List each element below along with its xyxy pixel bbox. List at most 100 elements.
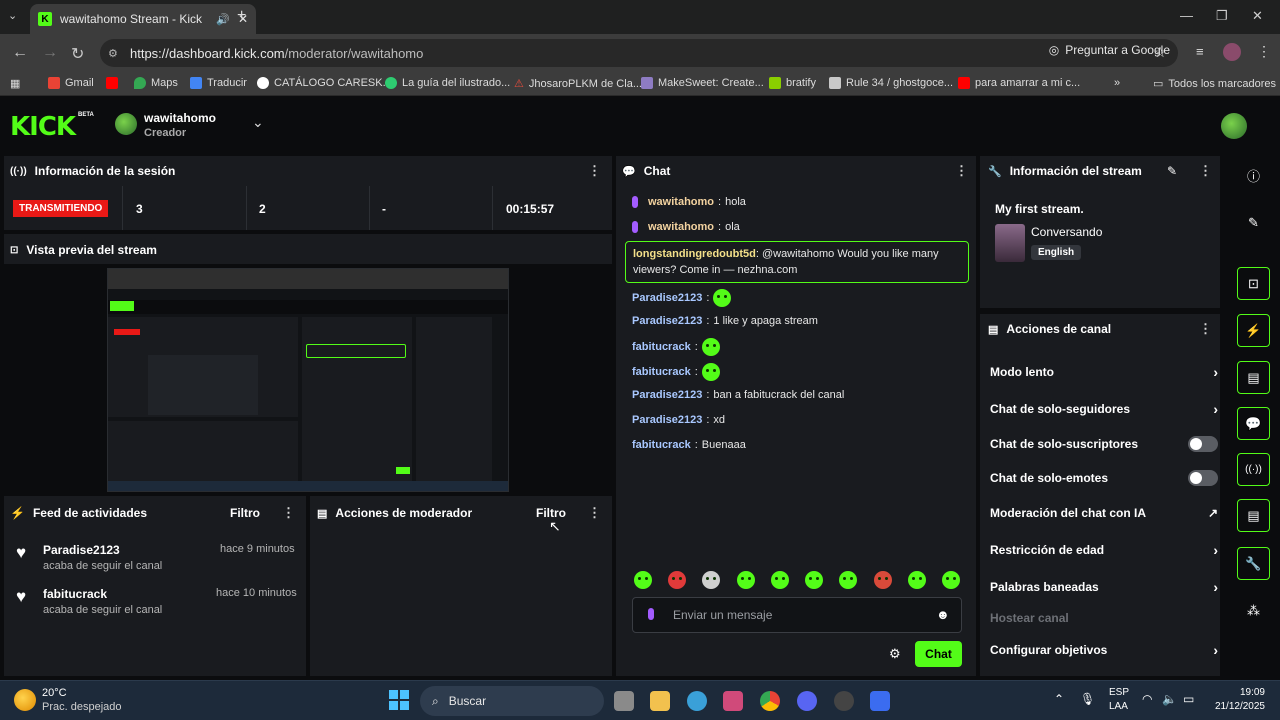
action-ai-moderation[interactable]: Moderación del chat con IA ↗ [990, 506, 1218, 520]
action-followers-only[interactable]: Chat de solo-seguidores › [990, 401, 1218, 417]
activity-toggle-icon[interactable]: ⚡ [1237, 314, 1270, 347]
bookmark-item[interactable]: para amarrar a mi c... [958, 77, 1080, 89]
volume-icon[interactable]: 🔈 [1162, 692, 1177, 706]
stream-video-player[interactable] [107, 268, 509, 492]
add-widget-icon[interactable]: ⁂ [1237, 594, 1270, 627]
session-menu-icon[interactable]: ⋮ [588, 163, 601, 179]
clock-date[interactable]: 21/12/2025 [1211, 701, 1265, 712]
language-code-1[interactable]: ESP [1109, 687, 1129, 698]
windows-start-icon[interactable] [389, 690, 409, 710]
forward-icon[interactable]: → [42, 44, 58, 62]
ask-google-button[interactable]: ◎ Preguntar a Google [1049, 43, 1170, 57]
preview-toggle-icon[interactable]: ⊡ [1237, 267, 1270, 300]
chat-username[interactable]: Paradise2123 [632, 292, 702, 304]
feed-filter-button[interactable]: Filtro [230, 506, 260, 520]
bookmark-item[interactable]: Traducir [190, 77, 247, 89]
kick-logo[interactable]: KICK [10, 112, 76, 142]
profile-avatar[interactable] [1223, 43, 1241, 61]
file-explorer-icon[interactable] [650, 691, 670, 711]
wifi-icon[interactable]: ◠ [1142, 692, 1152, 706]
action-slow-mode[interactable]: Modo lento › [990, 364, 1218, 380]
maximize-icon[interactable]: ❐ [1216, 8, 1228, 24]
site-settings-icon[interactable]: ⚙ [108, 47, 118, 60]
chevron-up-icon[interactable]: ⌃ [1054, 692, 1064, 706]
app-icon[interactable] [723, 691, 743, 711]
bookmark-item[interactable]: Rule 34 / ghostgoce... [829, 77, 953, 89]
chat-username[interactable]: Paradise2123 [632, 389, 702, 401]
user-avatar[interactable] [1221, 113, 1247, 139]
stream-info-toggle-icon[interactable]: 🔧 [1237, 547, 1270, 580]
minimize-icon[interactable]: — [1180, 8, 1193, 23]
tab-search-icon[interactable]: ⌄ [8, 9, 17, 22]
discord-icon[interactable] [797, 691, 817, 711]
info-icon[interactable]: ⓘ [1237, 159, 1270, 192]
emote-1-icon[interactable] [634, 571, 652, 589]
close-window-icon[interactable]: ✕ [1252, 8, 1263, 24]
all-bookmarks[interactable]: ▭ Todos los marcadores [1153, 77, 1276, 91]
chat-username[interactable]: longstandingredoubt5d [633, 248, 756, 260]
language-code-2[interactable]: LAA [1109, 701, 1128, 712]
reload-icon[interactable]: ↻ [71, 44, 84, 64]
apps-grid-icon[interactable]: ▦ [10, 77, 20, 90]
chat-toggle-icon[interactable]: 💬 [1237, 407, 1270, 440]
feed-menu-icon[interactable]: ⋮ [282, 505, 295, 521]
chat-settings-gear-icon[interactable]: ⚙ [889, 646, 901, 662]
url-field[interactable]: https://dashboard.kick.com/moderator/waw… [100, 39, 1178, 67]
emote-3-icon[interactable] [702, 571, 721, 589]
task-view-icon[interactable] [614, 691, 634, 711]
emote-5-icon[interactable] [770, 571, 789, 589]
chat-menu-icon[interactable]: ⋮ [955, 163, 968, 179]
stream-info-menu-icon[interactable]: ⋮ [1199, 163, 1212, 179]
session-toggle-icon[interactable]: ((·)) [1237, 453, 1270, 486]
action-configure-goals[interactable]: Configurar objetivos › [990, 642, 1218, 658]
chat-username[interactable]: wawitahomo [648, 196, 714, 208]
emote-7-icon[interactable] [839, 571, 858, 589]
send-chat-button[interactable]: Chat [915, 641, 962, 667]
channel-actions-toggle-icon[interactable]: ▤ [1237, 499, 1270, 532]
feed-item-user[interactable]: Paradise2123 [43, 543, 120, 557]
mod-actions-toggle-icon[interactable]: ▤ [1237, 361, 1270, 394]
browser-menu-icon[interactable]: ⋮ [1257, 43, 1271, 60]
roblox-icon[interactable] [870, 691, 890, 711]
edit-pencil-icon[interactable]: ✎ [1167, 164, 1177, 178]
emotes-only-toggle[interactable] [1188, 470, 1218, 486]
bookmark-item[interactable]: CATÁLOGO CARESK... [257, 77, 392, 89]
more-bookmarks-icon[interactable]: » [1114, 77, 1120, 89]
bookmark-item[interactable]: MakeSweet: Create... [641, 77, 764, 89]
bookmark-item[interactable]: ⚠ JhosaroPLKM de Cla... [514, 77, 642, 91]
subscribers-only-toggle[interactable] [1188, 436, 1218, 452]
browser-tab-active[interactable]: K wawitahomo Stream - Kick 🔊 ✕ [30, 4, 256, 34]
chat-username[interactable]: Paradise2123 [632, 414, 702, 426]
speaker-icon[interactable]: 🔊 [216, 13, 230, 26]
weather-icon[interactable] [14, 689, 36, 711]
emoji-picker-icon[interactable]: ☻ [936, 607, 950, 622]
battery-icon[interactable]: ▭ [1183, 692, 1194, 706]
emote-9-icon[interactable] [907, 571, 926, 589]
stream-category[interactable]: Conversando [1031, 225, 1102, 239]
bookmark-item[interactable]: Maps [134, 77, 178, 89]
back-icon[interactable]: ← [12, 44, 28, 62]
emote-8-icon[interactable] [873, 571, 892, 589]
action-age-restriction[interactable]: Restricción de edad › [990, 542, 1218, 558]
chat-username[interactable]: wawitahomo [648, 221, 714, 233]
bookmark-star-icon[interactable]: ☆ [1154, 44, 1167, 61]
taskbar-search[interactable]: ⌕ Buscar [420, 686, 604, 716]
emote-4-icon[interactable] [736, 571, 755, 589]
category-thumbnail[interactable] [995, 224, 1025, 262]
edit-icon[interactable]: ✎ [1237, 206, 1270, 239]
chat-username[interactable]: fabitucrack [632, 341, 691, 353]
chat-username[interactable]: fabitucrack [632, 366, 691, 378]
emote-6-icon[interactable] [805, 571, 824, 589]
channel-actions-menu-icon[interactable]: ⋮ [1199, 321, 1212, 337]
mod-menu-icon[interactable]: ⋮ [588, 505, 601, 521]
bookmark-item[interactable]: La guía del ilustrado... [385, 77, 510, 89]
media-controls-icon[interactable]: ≡ [1196, 44, 1204, 59]
bookmark-item[interactable] [106, 77, 118, 89]
chrome-icon[interactable] [760, 691, 780, 711]
action-banned-words[interactable]: Palabras baneadas › [990, 579, 1218, 595]
channel-switch-chevron-icon[interactable]: ⌄ [252, 114, 264, 131]
obs-icon[interactable] [834, 691, 854, 711]
microphone-icon[interactable]: 🎙 [1080, 692, 1095, 706]
clock-time[interactable]: 19:09 [1211, 687, 1265, 698]
bookmark-item[interactable]: Gmail [48, 77, 94, 89]
